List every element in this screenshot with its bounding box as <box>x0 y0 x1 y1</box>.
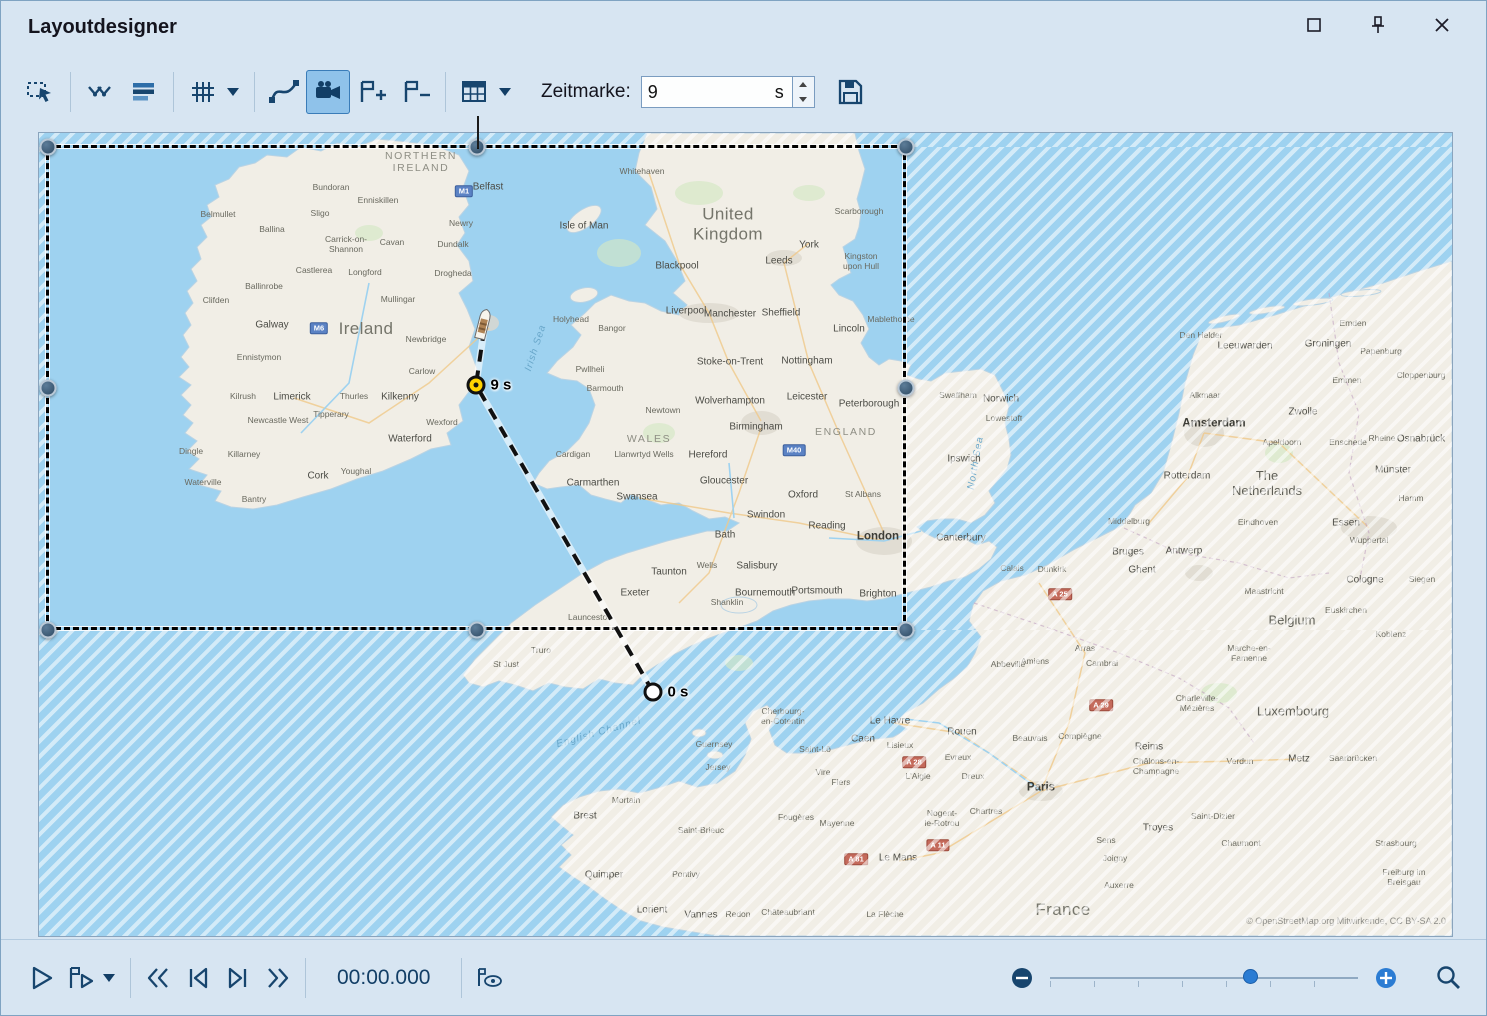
selection-handle-top-right[interactable] <box>898 139 915 156</box>
zoom-slider[interactable] <box>1050 965 1358 991</box>
play-from-marker-icon <box>66 964 96 992</box>
zeitmarke-spinner <box>793 76 815 108</box>
add-keyframe-icon <box>356 78 388 106</box>
zoom-slider-thumb[interactable] <box>1243 969 1258 984</box>
selection-handle-top-left[interactable] <box>40 139 57 156</box>
route-marker-0s-label: 0 s <box>668 684 689 701</box>
map-base <box>39 133 1452 936</box>
toolbar: Zeitmarke: s <box>19 65 1468 119</box>
time-display: 00:00.000 <box>337 966 430 990</box>
path-curve-button[interactable] <box>262 70 306 114</box>
next-frame-button[interactable] <box>218 958 258 998</box>
zoom-out-icon <box>1010 966 1034 990</box>
pin-icon <box>1370 16 1386 34</box>
previous-frame-icon <box>184 964 212 992</box>
maximize-button[interactable] <box>1300 11 1328 39</box>
transport-separator <box>461 958 462 998</box>
layoutdesigner-window: Layoutdesigner <box>0 0 1487 1016</box>
selection-handle-middle-right[interactable] <box>898 380 915 397</box>
land-isle-of-wight <box>721 597 757 613</box>
grid-dropdown-arrow[interactable] <box>227 88 239 96</box>
save-layout-button[interactable] <box>829 70 873 114</box>
toolbar-separator <box>70 72 71 112</box>
select-tool-button[interactable] <box>19 70 63 114</box>
route-marker-9s-label: 9 s <box>491 377 512 394</box>
rewind-icon <box>144 964 172 992</box>
map-canvas[interactable]: © OpenStreetMap.org Mitwirkende, CC BY-S… <box>38 132 1453 937</box>
layer-list-icon <box>129 78 159 106</box>
path-curve-icon <box>268 77 300 107</box>
route-marker-0s[interactable]: 0 s <box>644 683 663 702</box>
title-bar: Layoutdesigner <box>1 1 1486 59</box>
maximize-icon <box>1306 17 1322 33</box>
timetable-dropdown-arrow[interactable] <box>499 88 511 96</box>
fast-forward-button[interactable] <box>258 958 298 998</box>
close-icon <box>1434 17 1450 33</box>
zoom-fit-button[interactable] <box>1432 958 1466 998</box>
titlebar-buttons <box>1300 11 1456 39</box>
preview-eye-icon <box>474 964 504 992</box>
selection-handle-bottom-right[interactable] <box>898 622 915 639</box>
camera-icon <box>313 78 343 106</box>
remove-keyframe-button[interactable] <box>394 70 438 114</box>
zoom-controls <box>1008 958 1466 998</box>
timetable-icon <box>460 78 490 106</box>
route-marker-9s[interactable]: 9 s <box>467 376 486 395</box>
preview-eye-button[interactable] <box>469 958 509 998</box>
magnifier-icon <box>1435 964 1463 992</box>
pin-button[interactable] <box>1364 11 1392 39</box>
play-options-dropdown-arrow[interactable] <box>103 974 115 982</box>
fast-forward-icon <box>264 964 292 992</box>
zoom-in-icon <box>1374 966 1398 990</box>
camera-view-button[interactable] <box>306 70 350 114</box>
zoom-slider-ticks <box>1050 981 1358 987</box>
zeitmarke-label: Zeitmarke: <box>541 81 631 103</box>
route-connector-line <box>477 116 479 148</box>
grid-tool-button[interactable] <box>181 70 225 114</box>
keyframe-chevrons-button[interactable] <box>78 70 122 114</box>
window-title: Layoutdesigner <box>28 16 177 39</box>
keyframe-chevrons-icon <box>85 78 115 106</box>
previous-frame-button[interactable] <box>178 958 218 998</box>
zeitmarke-input[interactable] <box>642 82 775 103</box>
close-button[interactable] <box>1428 11 1456 39</box>
land-jersey <box>707 751 723 759</box>
grid-icon <box>188 78 218 106</box>
selection-handle-middle-left[interactable] <box>40 380 57 397</box>
play-icon <box>27 964 55 992</box>
transport-bar: 00:00.000 <box>1 939 1486 1015</box>
remove-keyframe-icon <box>400 78 432 106</box>
zeitmarke-input-group: s <box>641 76 793 108</box>
toolbar-separator <box>254 72 255 112</box>
transport-separator <box>305 958 306 998</box>
spinner-up-button[interactable] <box>793 77 814 92</box>
play-button[interactable] <box>21 958 61 998</box>
next-frame-icon <box>224 964 252 992</box>
play-from-marker-button[interactable] <box>61 958 101 998</box>
layer-list-button[interactable] <box>122 70 166 114</box>
transport-separator <box>130 958 131 998</box>
land-guernsey <box>692 729 706 737</box>
select-icon <box>26 78 56 106</box>
zeitmarke-unit: s <box>775 82 784 103</box>
toolbar-separator <box>173 72 174 112</box>
zoom-out-button[interactable] <box>1008 958 1036 998</box>
save-icon <box>836 77 866 107</box>
rewind-button[interactable] <box>138 958 178 998</box>
zoom-slider-track <box>1050 977 1358 979</box>
zoom-in-button[interactable] <box>1372 958 1400 998</box>
selection-handle-bottom-middle[interactable] <box>469 622 486 639</box>
timetable-button[interactable] <box>453 70 497 114</box>
selection-handle-bottom-left[interactable] <box>40 622 57 639</box>
spinner-down-button[interactable] <box>793 92 814 107</box>
toolbar-separator <box>445 72 446 112</box>
add-keyframe-button[interactable] <box>350 70 394 114</box>
